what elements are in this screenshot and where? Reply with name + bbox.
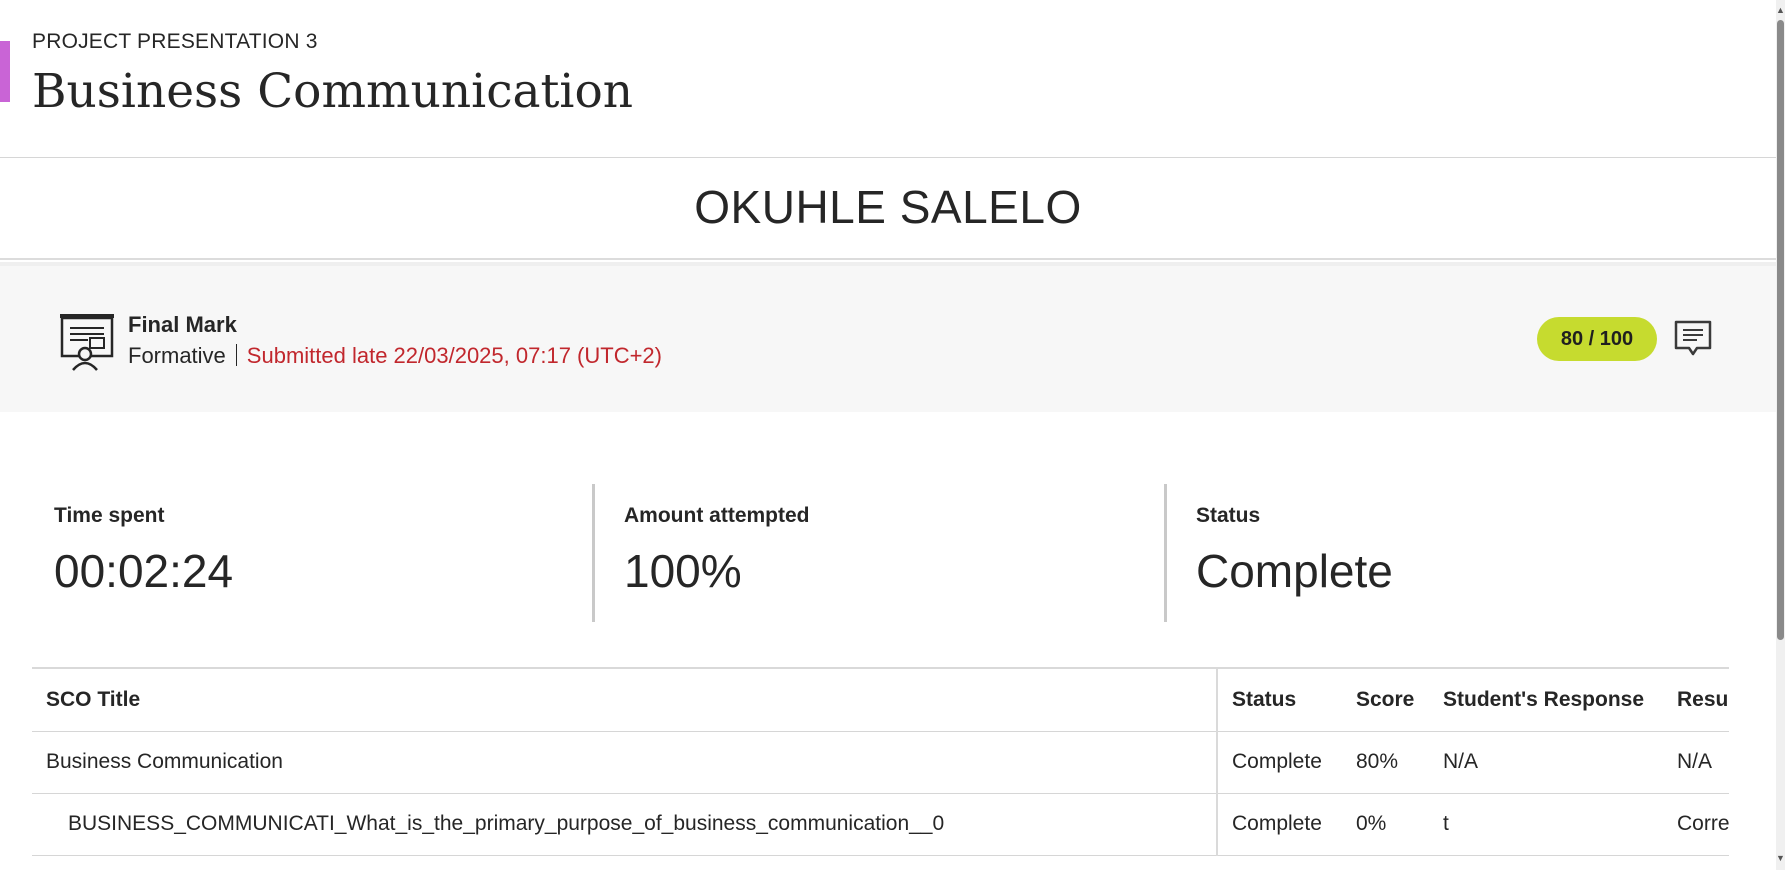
- stat-value: Complete: [1196, 545, 1393, 597]
- page: PROJECT PRESENTATION 3 Business Communic…: [0, 0, 1785, 870]
- meta-separator: [235, 344, 237, 366]
- cell-result: Correct: [1663, 793, 1729, 856]
- cell-sco-title: BUSINESS_COMMUNICATI_What_is_the_primary…: [32, 793, 1218, 856]
- column-header-sco-title: SCO Title: [32, 669, 1218, 732]
- stat-label: Time spent: [54, 504, 165, 527]
- cell-score: 0%: [1342, 793, 1429, 856]
- comment-icon[interactable]: [1673, 318, 1713, 358]
- stat-status: Status Complete: [1164, 484, 1744, 622]
- sco-table-container[interactable]: SCO Title Status Score Student's Respons…: [32, 667, 1729, 870]
- stat-value: 00:02:24: [54, 545, 234, 597]
- header-divider: [0, 157, 1776, 158]
- column-header-score: Score: [1342, 669, 1429, 732]
- grade-banner: Final Mark Formative Submitted late 22/03…: [0, 262, 1776, 412]
- late-submission-text: Submitted late 22/03/2025, 07:17 (UTC+2): [246, 343, 662, 368]
- stat-label: Amount attempted: [624, 504, 810, 527]
- column-header-status: Status: [1217, 669, 1342, 732]
- grade-type: Formative: [128, 343, 226, 368]
- scroll-up-arrow-icon[interactable]: ▲: [1776, 4, 1785, 16]
- stat-value: 100%: [624, 545, 742, 597]
- stat-time-spent: Time spent 00:02:24: [32, 484, 592, 622]
- page-title: Business Communication: [32, 64, 634, 119]
- grade-meta: Formative Submitted late 22/03/2025, 07:1…: [128, 343, 662, 369]
- cell-sco-title: Business Communication: [32, 731, 1218, 794]
- cell-score: 80%: [1342, 731, 1429, 794]
- table-row[interactable]: BUSINESS_COMMUNICATI_What_is_the_primary…: [32, 793, 1729, 856]
- stat-amount-attempted: Amount attempted 100%: [592, 484, 1164, 622]
- scroll-down-arrow-icon[interactable]: ▼: [1776, 852, 1785, 864]
- assessment-category: PROJECT PRESENTATION 3: [32, 30, 318, 53]
- scrollbar-thumb[interactable]: [1777, 20, 1784, 640]
- table-row[interactable]: Business Communication Complete 80% N/A …: [32, 731, 1729, 794]
- cell-result: N/A: [1663, 731, 1729, 794]
- name-divider: [0, 258, 1776, 260]
- course-accent-bar: [0, 41, 10, 102]
- cell-status: Complete: [1217, 793, 1342, 856]
- presentation-icon: [60, 314, 114, 371]
- cell-response: t: [1429, 793, 1663, 856]
- stat-label: Status: [1196, 504, 1261, 527]
- table-header-row: SCO Title Status Score Student's Respons…: [32, 669, 1729, 732]
- sco-table: SCO Title Status Score Student's Respons…: [32, 669, 1729, 856]
- attempt-stats: Time spent 00:02:24 Amount attempted 100…: [32, 484, 1752, 622]
- grade-label: Final Mark: [128, 312, 237, 337]
- column-header-result: Result: [1663, 669, 1729, 732]
- cell-response: N/A: [1429, 731, 1663, 794]
- score-badge[interactable]: 80 / 100: [1537, 317, 1657, 361]
- column-header-response: Student's Response: [1429, 669, 1663, 732]
- cell-status: Complete: [1217, 731, 1342, 794]
- student-name: OKUHLE SALELO: [694, 181, 1082, 233]
